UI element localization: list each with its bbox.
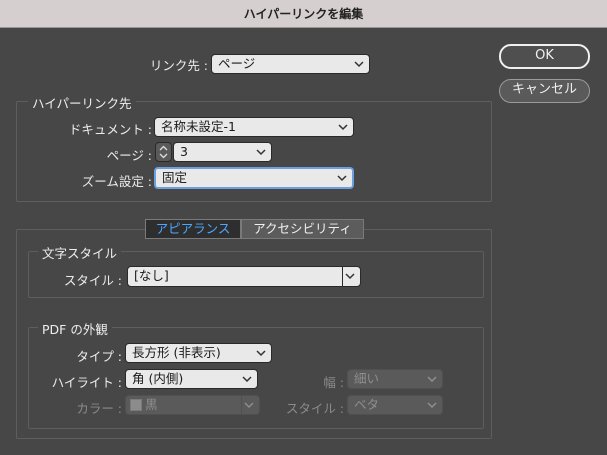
border-style-value: ベタ (354, 397, 380, 412)
chevron-down-icon (353, 58, 365, 70)
chevron-down-icon (255, 347, 267, 359)
link-to-label: リンク先 : (149, 58, 208, 73)
link-to-select[interactable]: ページ (211, 54, 370, 74)
document-value: 名称未設定-1 (161, 119, 236, 134)
document-label: ドキュメント : (68, 122, 152, 137)
color-value: 黒 (145, 397, 158, 412)
color-select[interactable]: 黒 (125, 395, 260, 415)
char-style-label: スタイル : (63, 273, 122, 288)
highlight-select[interactable]: 角 (内側) (125, 369, 258, 389)
zoom-value: 固定 (162, 170, 188, 185)
highlight-label: ハイライト : (51, 375, 122, 390)
ok-button[interactable]: OK (499, 44, 590, 69)
border-style-select[interactable]: ベタ (347, 395, 443, 415)
zoom-select[interactable]: 固定 (154, 167, 354, 189)
width-select[interactable]: 細い (347, 369, 443, 389)
chevron-down-icon (241, 373, 253, 385)
chevron-down-icon (426, 373, 438, 385)
window-title: ハイパーリンクを編集 (243, 7, 364, 21)
pdf-appearance-title: PDF の外観 (38, 319, 112, 338)
page-stepper[interactable] (155, 142, 172, 162)
char-style-title: 文字スタイル (38, 243, 122, 262)
link-to-value: ページ (218, 56, 256, 71)
document-select[interactable]: 名称未設定-1 (154, 117, 354, 137)
chevron-down-icon (344, 270, 356, 282)
page-label: ページ : (106, 148, 152, 163)
type-label: タイプ : (76, 349, 122, 364)
divider (241, 395, 242, 415)
highlight-value: 角 (内側) (132, 371, 184, 386)
destination-title: ハイパーリンク先 (28, 93, 136, 112)
border-style-label: スタイル : (285, 401, 344, 416)
stepper-arrows-icon (159, 145, 168, 159)
chevron-down-icon (426, 399, 438, 411)
chevron-down-icon (255, 146, 267, 158)
tab-appearance[interactable]: アピアランス (145, 219, 241, 239)
chevron-down-icon (336, 172, 348, 184)
width-value: 細い (354, 371, 380, 386)
page-combo[interactable]: 3 (173, 142, 272, 162)
type-value: 長方形 (非表示) (132, 345, 221, 360)
color-swatch (130, 399, 142, 411)
color-label: カラー : (76, 401, 122, 416)
chevron-down-icon (243, 399, 255, 411)
divider (342, 266, 343, 287)
page-value: 3 (180, 144, 188, 159)
chevron-down-icon (337, 121, 349, 133)
char-style-value: [なし] (134, 268, 169, 283)
char-style-select[interactable]: [なし] (127, 266, 361, 287)
tab-accessibility[interactable]: アクセシビリティ (241, 219, 364, 239)
zoom-label: ズーム設定 : (81, 174, 152, 189)
width-label: 幅 : (323, 375, 344, 390)
type-select[interactable]: 長方形 (非表示) (125, 343, 272, 363)
cancel-button[interactable]: キャンセル (499, 79, 590, 103)
